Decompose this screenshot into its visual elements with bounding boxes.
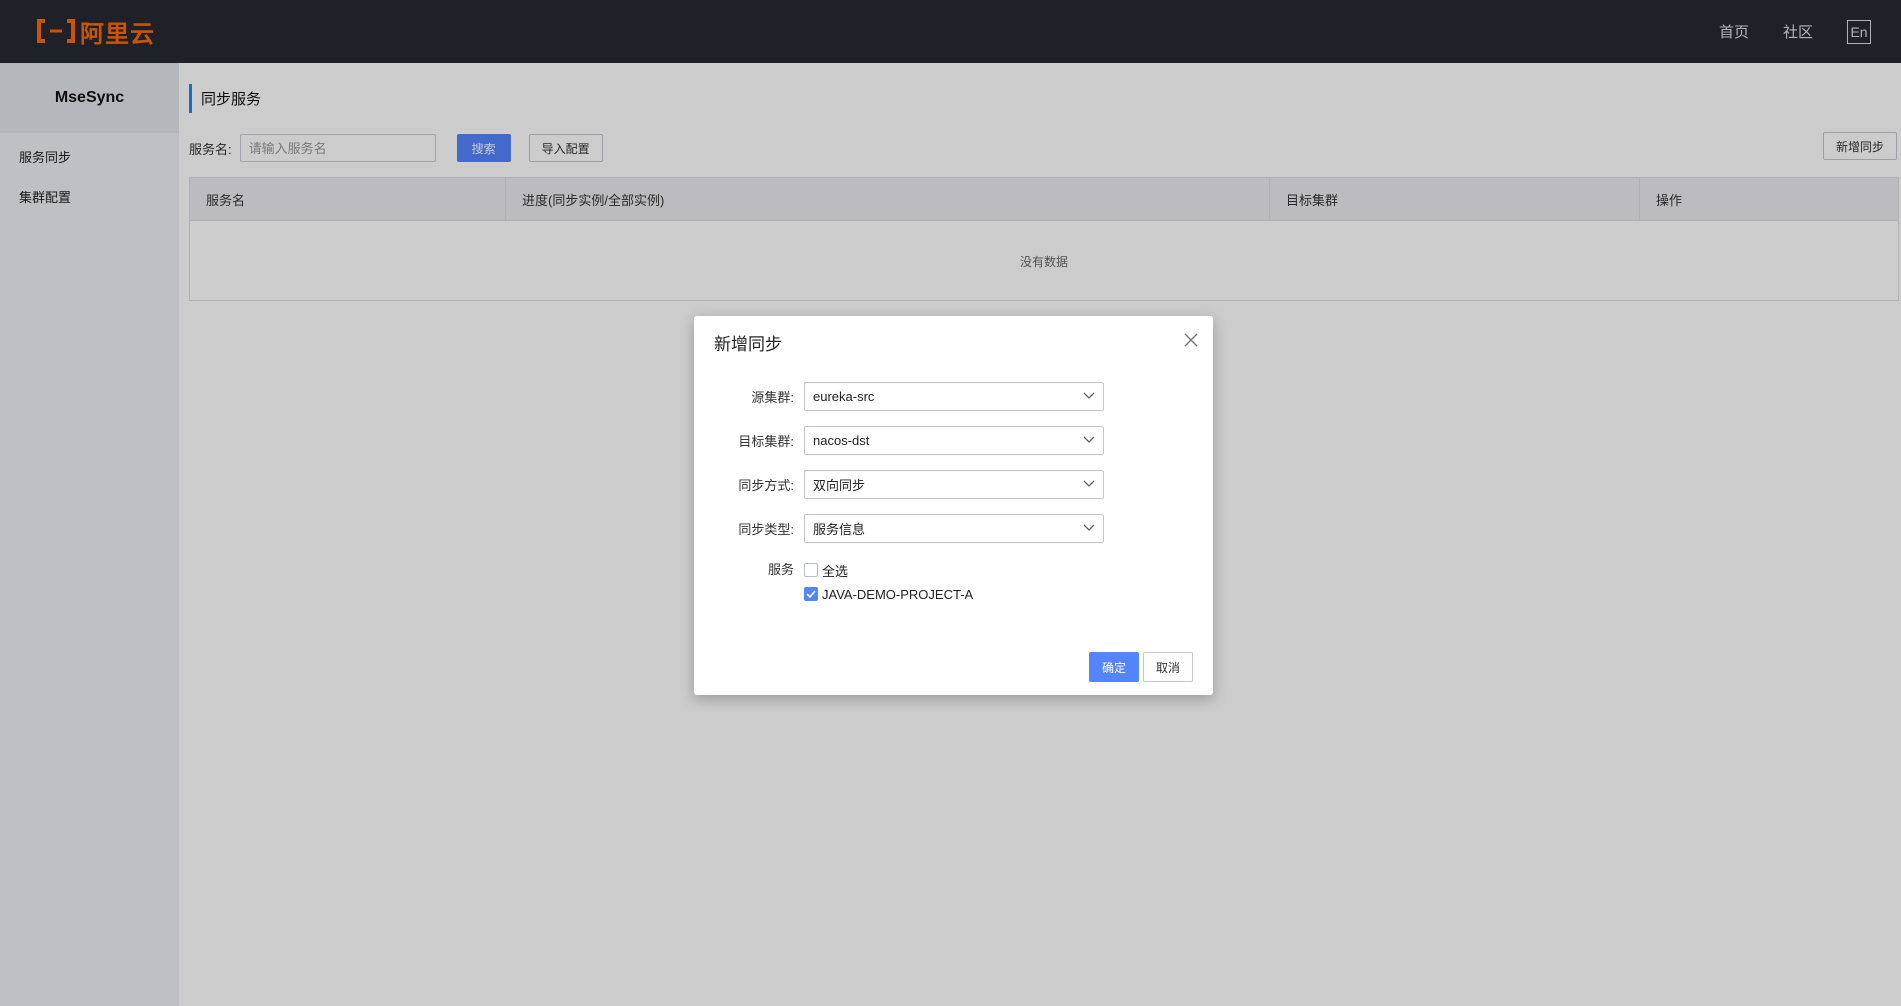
services-row: 服务 全选 JAVA-DEMO-PROJECT-A (694, 558, 1213, 614)
chevron-down-icon (1083, 524, 1095, 531)
chevron-down-icon (1083, 480, 1095, 487)
sync-mode-label: 同步方式: (738, 477, 794, 493)
target-cluster-value: nacos-dst (813, 432, 870, 448)
add-sync-dialog: 新增同步 源集群: eureka-src 目标集群: nacos-dst 同步方… (694, 316, 1213, 695)
select-all-checkbox-item[interactable]: 全选 (804, 558, 973, 582)
target-cluster-select[interactable]: nacos-dst (804, 425, 1104, 455)
sync-mode-row: 同步方式: 双向同步 (694, 469, 1213, 499)
source-cluster-select[interactable]: eureka-src (804, 381, 1104, 411)
chevron-down-icon (1083, 392, 1095, 399)
confirm-button[interactable]: 确定 (1088, 652, 1139, 682)
source-cluster-value: eureka-src (813, 388, 875, 404)
sync-type-select[interactable]: 服务信息 (804, 513, 1104, 543)
sync-type-row: 同步类型: 服务信息 (694, 513, 1213, 543)
dialog-title: 新增同步 (714, 335, 782, 354)
close-icon[interactable] (1183, 332, 1199, 348)
source-cluster-row: 源集群: eureka-src (694, 381, 1213, 411)
services-checkbox-group: 全选 JAVA-DEMO-PROJECT-A (804, 558, 973, 606)
target-cluster-row: 目标集群: nacos-dst (694, 425, 1213, 455)
checkmark-icon (806, 590, 816, 598)
select-all-label: 全选 (822, 563, 849, 579)
sync-type-value: 服务信息 (813, 521, 866, 537)
service-checkbox-item[interactable]: JAVA-DEMO-PROJECT-A (804, 582, 973, 606)
sync-mode-select[interactable]: 双向同步 (804, 469, 1104, 499)
sync-type-label: 同步类型: (738, 521, 794, 537)
sync-mode-value: 双向同步 (813, 477, 866, 493)
select-all-checkbox[interactable] (804, 563, 818, 577)
chevron-down-icon (1083, 436, 1095, 443)
service-checkbox[interactable] (804, 587, 818, 601)
dialog-footer: 确定 取消 (1088, 652, 1193, 682)
services-label: 服务 (767, 562, 794, 577)
cancel-button[interactable]: 取消 (1142, 652, 1193, 682)
service-name-label: JAVA-DEMO-PROJECT-A (822, 586, 974, 602)
source-cluster-label: 源集群: (751, 389, 794, 405)
target-cluster-label: 目标集群: (738, 433, 794, 449)
